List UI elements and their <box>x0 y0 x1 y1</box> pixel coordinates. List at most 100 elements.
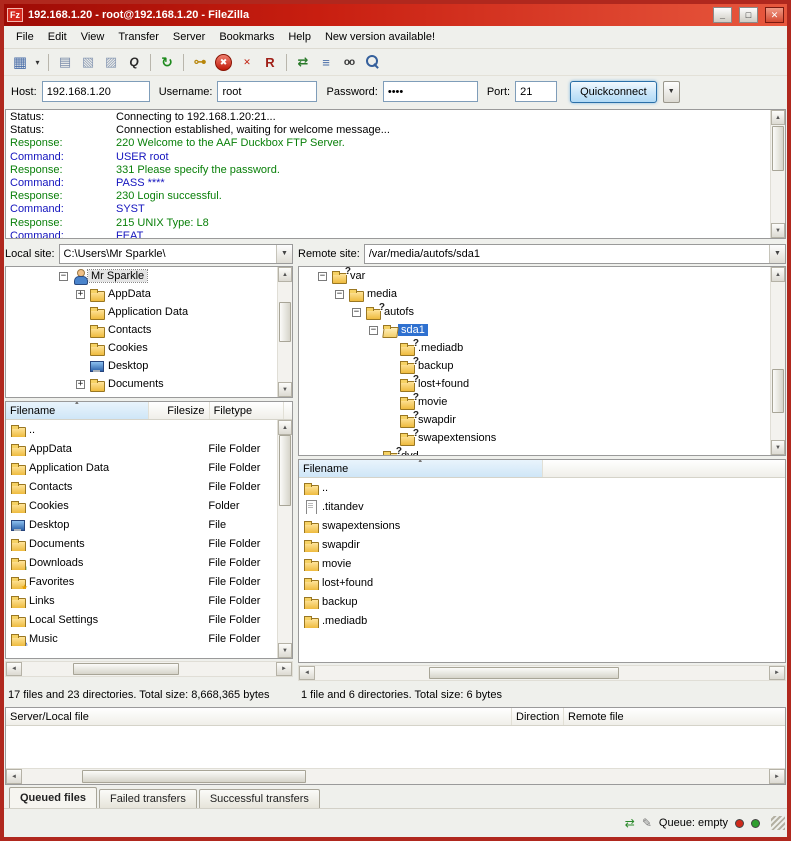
scroll-track[interactable] <box>771 125 785 223</box>
process-queue-button[interactable]: ⊶ <box>189 51 211 73</box>
tree-item[interactable]: −Mr Sparkle <box>6 267 277 285</box>
menu-item-file[interactable]: File <box>9 28 41 46</box>
tree-item[interactable]: ?swapdir <box>299 411 770 429</box>
file-row[interactable]: movie <box>299 554 770 573</box>
scroll-right-icon[interactable] <box>769 769 785 784</box>
refresh-button[interactable]: ↻ <box>156 51 178 73</box>
tree-item[interactable]: −sda1 <box>299 321 770 339</box>
tree-item[interactable]: ?.mediadb <box>299 339 770 357</box>
scroll-thumb[interactable] <box>429 667 620 679</box>
menu-item-transfer[interactable]: Transfer <box>111 28 166 46</box>
scroll-track[interactable] <box>22 662 276 676</box>
scroll-up-icon[interactable] <box>771 267 785 282</box>
tree-expander-icon[interactable]: − <box>318 272 327 281</box>
site-manager-dropdown-button[interactable]: ▾ <box>32 51 43 73</box>
scroll-track[interactable] <box>278 435 292 643</box>
tree-item[interactable]: +Downloads <box>6 393 277 397</box>
remote-site-combo[interactable]: /var/media/autofs/sda1 <box>364 244 786 264</box>
scroll-up-icon[interactable] <box>278 420 292 435</box>
tree-item[interactable]: ?lost+found <box>299 375 770 393</box>
scroll-track[interactable] <box>22 769 769 784</box>
file-row[interactable]: ★FavoritesFile Folder <box>6 572 277 591</box>
tab-queued-files[interactable]: Queued files <box>9 787 97 808</box>
tab-successful-transfers[interactable]: Successful transfers <box>199 789 320 808</box>
scroll-down-icon[interactable] <box>278 643 292 658</box>
scroll-thumb[interactable] <box>772 369 784 413</box>
minimize-button[interactable]: _ <box>713 7 732 23</box>
tree-item[interactable]: Cookies <box>6 339 277 357</box>
local-site-combo[interactable]: C:\Users\Mr Sparkle\ <box>59 244 293 264</box>
file-row[interactable]: ContactsFile Folder <box>6 477 277 496</box>
scroll-down-icon[interactable] <box>771 440 785 455</box>
host-input[interactable] <box>42 81 150 102</box>
scroll-up-icon[interactable] <box>771 110 785 125</box>
file-row[interactable]: AppDataFile Folder <box>6 439 277 458</box>
tree-item[interactable]: ?swapextensions <box>299 429 770 447</box>
tree-item[interactable]: Contacts <box>6 321 277 339</box>
menu-item-new-version-available[interactable]: New version available! <box>318 28 442 46</box>
tree-item[interactable]: Application Data <box>6 303 277 321</box>
remote-tree-toggle-button[interactable]: ▨ <box>100 51 122 73</box>
combo-dropdown-icon[interactable] <box>276 245 292 263</box>
scroll-thumb[interactable] <box>279 435 291 506</box>
file-row[interactable]: lost+found <box>299 573 770 592</box>
menu-item-view[interactable]: View <box>74 28 112 46</box>
filter-button[interactable]: ≡ <box>315 51 337 73</box>
comparison-button[interactable]: oo <box>338 51 360 73</box>
site-manager-button[interactable]: ▦ <box>9 51 31 73</box>
tree-item[interactable]: −?autofs <box>299 303 770 321</box>
tree-item[interactable]: +Documents <box>6 375 277 393</box>
tree-item[interactable]: ?movie <box>299 393 770 411</box>
tree-item[interactable]: Desktop <box>6 357 277 375</box>
file-row[interactable]: backup <box>299 592 770 611</box>
scroll-track[interactable] <box>315 666 769 680</box>
tree-item[interactable]: −?var <box>299 267 770 285</box>
tab-failed-transfers[interactable]: Failed transfers <box>99 789 197 808</box>
combo-dropdown-icon[interactable] <box>769 245 785 263</box>
tree-item[interactable]: +AppData <box>6 285 277 303</box>
tree-expander-icon[interactable]: − <box>335 290 344 299</box>
tree-expander-icon[interactable]: − <box>59 272 68 281</box>
queue-column-header-direction[interactable]: Direction <box>512 708 564 725</box>
scroll-right-icon[interactable] <box>276 662 292 676</box>
file-row[interactable]: DocumentsFile Folder <box>6 534 277 553</box>
file-row[interactable]: swapextensions <box>299 516 770 535</box>
file-row[interactable]: .. <box>6 420 277 439</box>
scroll-up-icon[interactable] <box>278 267 292 282</box>
reconnect-button[interactable]: R <box>259 51 281 73</box>
queue-column-header-remote-file[interactable]: Remote file <box>564 708 785 725</box>
tree-item[interactable]: ?backup <box>299 357 770 375</box>
disconnect-button[interactable]: ✕ <box>236 51 258 73</box>
scroll-track[interactable] <box>278 282 292 382</box>
scroll-right-icon[interactable] <box>769 666 785 680</box>
quickconnect-dropdown-button[interactable] <box>663 81 680 103</box>
column-header-filesize[interactable]: Filesize <box>149 402 210 419</box>
menu-item-edit[interactable]: Edit <box>41 28 74 46</box>
file-row[interactable]: DesktopFile <box>6 515 277 534</box>
scroll-track[interactable] <box>771 282 785 440</box>
file-row[interactable]: Application DataFile Folder <box>6 458 277 477</box>
scroll-thumb[interactable] <box>82 770 306 783</box>
tree-expander-icon[interactable]: − <box>352 308 361 317</box>
menu-item-server[interactable]: Server <box>166 28 212 46</box>
tree-expander-icon[interactable]: + <box>76 380 85 389</box>
file-row[interactable]: .. <box>299 478 770 497</box>
menu-item-help[interactable]: Help <box>281 28 318 46</box>
tree-expander-icon[interactable]: − <box>369 326 378 335</box>
file-row[interactable]: .mediadb <box>299 611 770 630</box>
file-row[interactable]: ↓DownloadsFile Folder <box>6 553 277 572</box>
quickconnect-button[interactable]: Quickconnect <box>570 81 657 103</box>
tree-item[interactable]: ?dvd <box>299 447 770 455</box>
column-header-filename[interactable]: Filename <box>299 460 543 477</box>
column-header-filetype[interactable]: Filetype <box>210 402 284 419</box>
cancel-button[interactable]: ✖ <box>215 54 232 71</box>
file-row[interactable]: ♪MusicFile Folder <box>6 629 277 648</box>
resize-grip[interactable] <box>771 816 785 830</box>
scroll-thumb[interactable] <box>73 663 180 675</box>
scroll-thumb[interactable] <box>772 126 784 171</box>
scroll-left-icon[interactable] <box>299 666 315 680</box>
username-input[interactable] <box>217 81 317 102</box>
file-row[interactable]: LinksFile Folder <box>6 591 277 610</box>
scroll-left-icon[interactable] <box>6 662 22 676</box>
file-row[interactable]: .titandev <box>299 497 770 516</box>
